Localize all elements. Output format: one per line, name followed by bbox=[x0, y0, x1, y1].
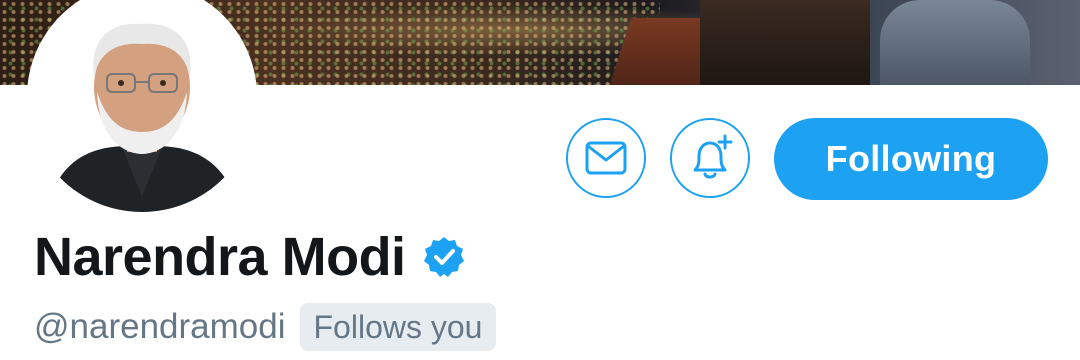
banner-figure bbox=[880, 0, 1030, 85]
profile-name-row: Narendra Modi bbox=[34, 224, 466, 290]
handle: @narendramodi bbox=[34, 307, 286, 346]
avatar-portrait bbox=[27, 0, 257, 212]
envelope-icon bbox=[585, 141, 627, 175]
follows-you-badge: Follows you bbox=[299, 303, 497, 351]
profile-handle-row: @narendramodi Follows you bbox=[34, 302, 497, 352]
message-button[interactable] bbox=[566, 118, 646, 198]
avatar[interactable] bbox=[27, 0, 257, 212]
notifications-button[interactable] bbox=[670, 118, 750, 198]
bell-plus-icon bbox=[693, 134, 733, 179]
banner-stage bbox=[700, 0, 870, 85]
following-button[interactable]: Following bbox=[774, 118, 1048, 200]
following-button-label: Following bbox=[825, 138, 997, 179]
verified-badge-icon bbox=[423, 237, 464, 277]
display-name: Narendra Modi bbox=[34, 227, 406, 287]
